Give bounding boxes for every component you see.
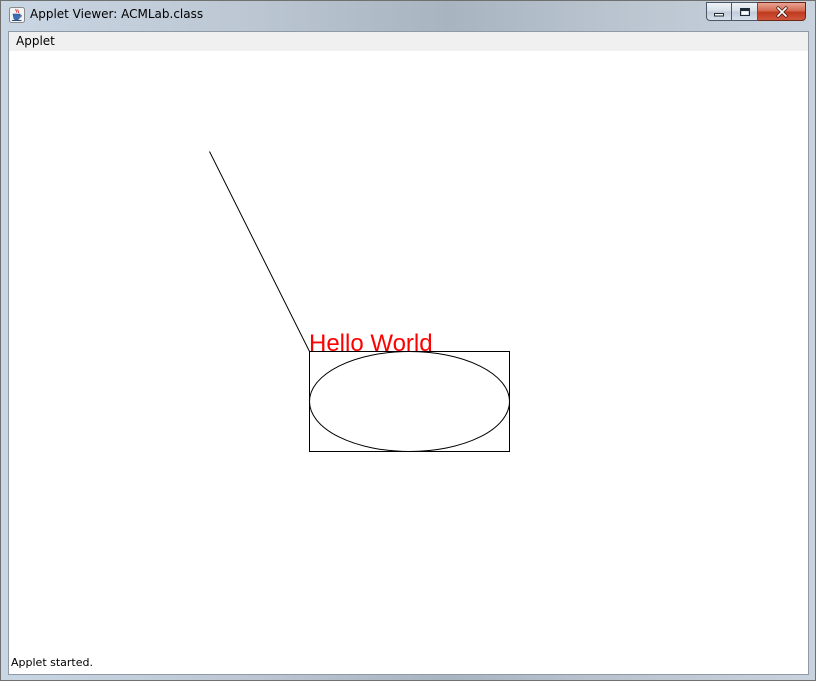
maximize-icon: [739, 7, 750, 16]
minimize-button[interactable]: [706, 2, 732, 21]
close-button[interactable]: [758, 2, 806, 21]
close-icon: [775, 5, 788, 18]
oval-outline: [309, 351, 510, 452]
rectangle-outline: [309, 351, 510, 452]
applet-client-area: Applet Hello World Applet started.: [8, 31, 809, 675]
diagonal-line: [209, 151, 310, 352]
menu-bar: Applet: [9, 32, 808, 51]
java-cup-icon: [9, 7, 25, 23]
applet-canvas: Hello World: [9, 51, 808, 674]
menu-applet[interactable]: Applet: [13, 33, 58, 49]
title-bar[interactable]: Applet Viewer: ACMLab.class: [1, 1, 815, 30]
window-controls: [706, 2, 810, 21]
maximize-button[interactable]: [732, 2, 758, 21]
window-title: Applet Viewer: ACMLab.class: [30, 7, 204, 21]
applet-viewer-window: Applet Viewer: ACMLab.class Applet Hello…: [0, 0, 816, 681]
status-text: Applet started.: [11, 656, 93, 669]
hello-world-label: Hello World: [309, 330, 433, 357]
minimize-icon: [714, 12, 724, 16]
